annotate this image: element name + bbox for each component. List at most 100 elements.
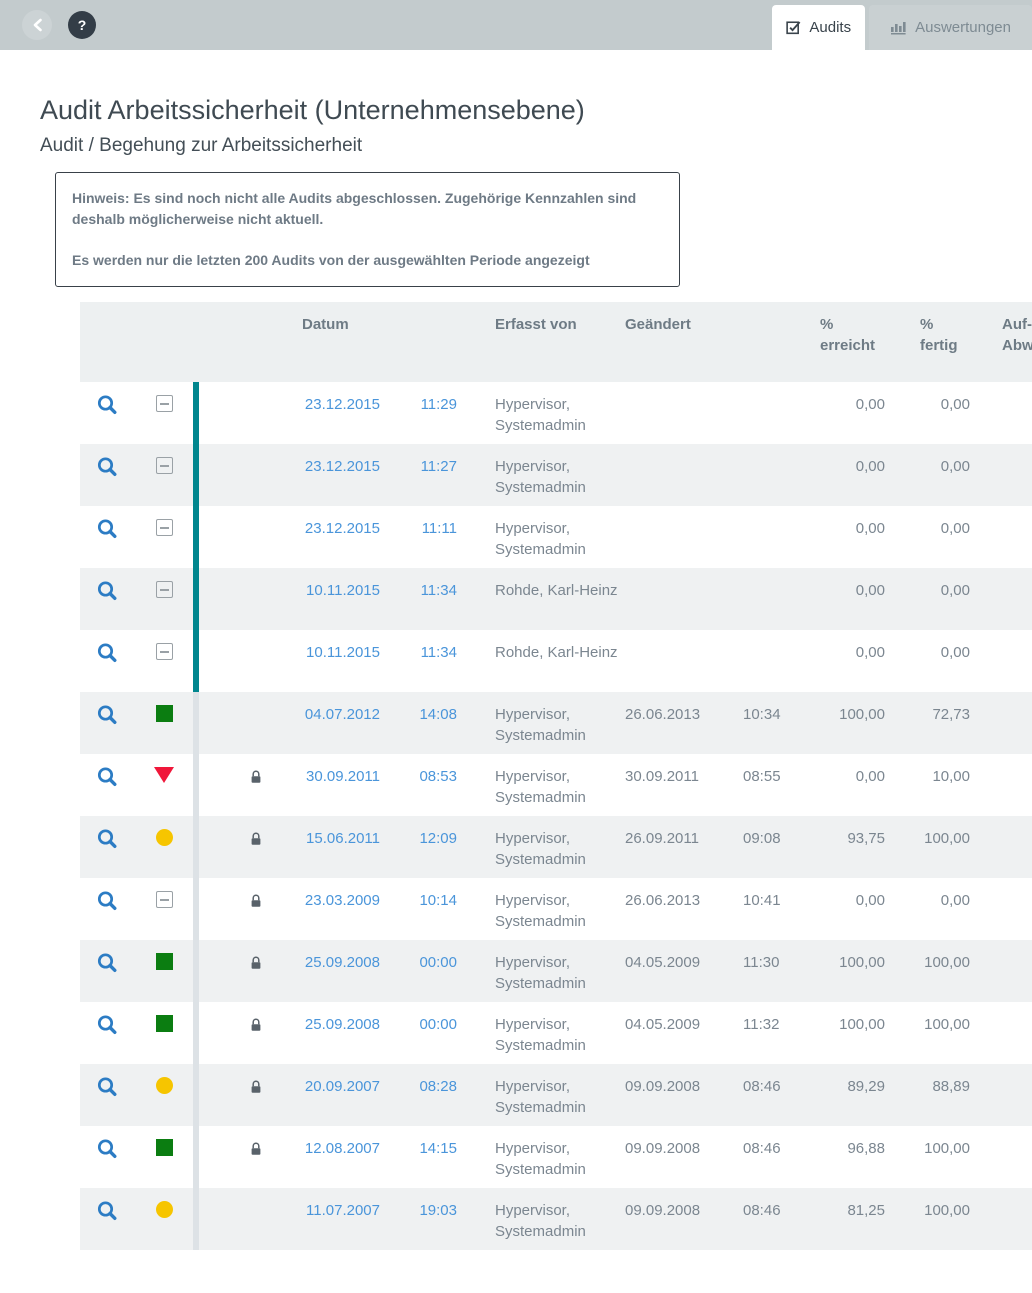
top-bar: ? Audits Auswertungen bbox=[0, 0, 1032, 50]
audit-date-link[interactable]: 20.09.2007 bbox=[305, 1078, 380, 1095]
audit-time-link[interactable]: 08:53 bbox=[419, 768, 457, 785]
audit-date-link[interactable]: 23.12.2015 bbox=[305, 396, 380, 413]
fertig-pct-value: 0,00 bbox=[885, 444, 970, 506]
erreicht-pct-value: 100,00 bbox=[793, 692, 885, 754]
audit-date-link[interactable]: 23.03.2009 bbox=[305, 892, 380, 909]
status-yellow-circle-icon bbox=[156, 829, 173, 846]
audit-date-link[interactable]: 10.11.2015 bbox=[306, 582, 380, 599]
audit-date-link[interactable]: 04.07.2012 bbox=[305, 706, 380, 723]
audit-date-link[interactable]: 12.08.2007 bbox=[305, 1140, 380, 1157]
erreicht-pct-value: 100,00 bbox=[793, 940, 885, 1002]
row-lock-cell bbox=[199, 878, 269, 940]
geaendert-date-value bbox=[625, 444, 743, 506]
page-subtitle: Audit / Begehung zur Arbeitssicherheit bbox=[40, 135, 1032, 157]
erreicht-pct-value: 0,00 bbox=[793, 382, 885, 444]
audit-time-link[interactable]: 11:34 bbox=[421, 644, 457, 661]
erreicht-pct-value: 0,00 bbox=[793, 506, 885, 568]
row-lock-cell bbox=[199, 754, 269, 816]
back-button[interactable] bbox=[22, 10, 52, 40]
audit-date-link[interactable]: 11.07.2007 bbox=[306, 1202, 380, 1219]
magnifier-icon[interactable] bbox=[96, 1200, 119, 1250]
tab-auswertungen-label: Auswertungen bbox=[915, 19, 1011, 36]
magnifier-icon[interactable] bbox=[96, 704, 119, 754]
audit-time-link[interactable]: 11:27 bbox=[421, 458, 457, 475]
magnifier-icon[interactable] bbox=[96, 828, 119, 878]
magnifier-icon[interactable] bbox=[96, 890, 119, 940]
erreicht-pct-value: 81,25 bbox=[793, 1188, 885, 1250]
table-row: 10.11.201511:34Rohde, Karl-Heinz0,000,00… bbox=[80, 630, 1032, 692]
table-row: 25.09.200800:00Hypervisor, Systemadmin04… bbox=[80, 940, 1032, 1002]
geaendert-time-value bbox=[743, 568, 793, 630]
row-lock-cell bbox=[199, 692, 269, 754]
auf-abwertung-pct-value: 0,00 bbox=[970, 1188, 1032, 1250]
row-status-cell bbox=[135, 940, 193, 1002]
auf-abwertung-pct-value: 0,00 bbox=[970, 506, 1032, 568]
audit-time-link[interactable]: 08:28 bbox=[419, 1078, 457, 1095]
magnifier-icon[interactable] bbox=[96, 456, 119, 506]
magnifier-icon[interactable] bbox=[96, 1138, 119, 1188]
row-status-cell bbox=[135, 1002, 193, 1064]
geaendert-date-value: 04.05.2009 bbox=[625, 1002, 743, 1064]
magnifier-icon[interactable] bbox=[96, 1014, 119, 1064]
header-status-column bbox=[135, 302, 193, 382]
status-green-square-icon bbox=[156, 705, 173, 722]
audit-date-link[interactable]: 25.09.2008 bbox=[305, 954, 380, 971]
magnifier-icon[interactable] bbox=[96, 642, 119, 692]
audit-time-link[interactable]: 14:15 bbox=[419, 1140, 457, 1157]
audit-time-link[interactable]: 14:08 bbox=[419, 706, 457, 723]
audit-time-link[interactable]: 11:11 bbox=[422, 520, 457, 537]
erfasst-von-value: Hypervisor, Systemadmin bbox=[460, 1188, 625, 1250]
audit-date-link[interactable]: 25.09.2008 bbox=[305, 1016, 380, 1033]
erreicht-pct-value: 0,00 bbox=[793, 568, 885, 630]
audit-time-link[interactable]: 00:00 bbox=[419, 954, 457, 971]
tab-bar: Audits Auswertungen bbox=[772, 5, 1032, 50]
erreicht-pct-value: 0,00 bbox=[793, 754, 885, 816]
audit-date-link[interactable]: 30.09.2011 bbox=[306, 768, 380, 785]
magnifier-icon[interactable] bbox=[96, 394, 119, 444]
fertig-pct-value: 0,00 bbox=[885, 630, 970, 692]
fertig-pct-value: 0,00 bbox=[885, 878, 970, 940]
row-zoom-cell bbox=[80, 1188, 135, 1250]
geaendert-date-value bbox=[625, 506, 743, 568]
geaendert-date-value: 09.09.2008 bbox=[625, 1064, 743, 1126]
help-button[interactable]: ? bbox=[68, 11, 96, 39]
fertig-pct-value: 10,00 bbox=[885, 754, 970, 816]
audit-time-link[interactable]: 00:00 bbox=[419, 1016, 457, 1033]
row-date-cell: 15.06.2011 bbox=[269, 816, 380, 878]
geaendert-date-value bbox=[625, 382, 743, 444]
table-row: 23.12.201511:11Hypervisor, Systemadmin0,… bbox=[80, 506, 1032, 568]
row-date-cell: 10.11.2015 bbox=[269, 568, 380, 630]
tab-auswertungen[interactable]: Auswertungen bbox=[869, 5, 1032, 50]
magnifier-icon[interactable] bbox=[96, 766, 119, 816]
audit-time-link[interactable]: 11:29 bbox=[421, 396, 457, 413]
geaendert-time-value: 08:46 bbox=[743, 1064, 793, 1126]
magnifier-icon[interactable] bbox=[96, 1076, 119, 1126]
audit-date-link[interactable]: 10.11.2015 bbox=[306, 644, 380, 661]
erfasst-von-value: Hypervisor, Systemadmin bbox=[460, 444, 625, 506]
magnifier-icon[interactable] bbox=[96, 518, 119, 568]
row-zoom-cell bbox=[80, 444, 135, 506]
audit-date-link[interactable]: 15.06.2011 bbox=[306, 830, 380, 847]
fertig-pct-value: 88,89 bbox=[885, 1064, 970, 1126]
audit-time-link[interactable]: 12:09 bbox=[419, 830, 457, 847]
erreicht-pct-value: 89,29 bbox=[793, 1064, 885, 1126]
audit-time-link[interactable]: 11:34 bbox=[421, 582, 457, 599]
audit-time-link[interactable]: 19:03 bbox=[419, 1202, 457, 1219]
lock-icon bbox=[250, 1141, 262, 1188]
row-status-cell bbox=[135, 878, 193, 940]
geaendert-time-value: 08:55 bbox=[743, 754, 793, 816]
chevron-left-icon bbox=[32, 18, 43, 32]
audit-time-link[interactable]: 10:14 bbox=[419, 892, 457, 909]
magnifier-icon[interactable] bbox=[96, 952, 119, 1002]
row-time-cell: 11:34 bbox=[380, 630, 460, 692]
audit-date-link[interactable]: 23.12.2015 bbox=[305, 520, 380, 537]
magnifier-icon[interactable] bbox=[96, 580, 119, 630]
audit-date-link[interactable]: 23.12.2015 bbox=[305, 458, 380, 475]
status-yellow-circle-icon bbox=[156, 1077, 173, 1094]
geaendert-time-value: 08:46 bbox=[743, 1188, 793, 1250]
status-minus-box-icon bbox=[156, 643, 173, 660]
header-time-column bbox=[380, 302, 460, 382]
tab-audits[interactable]: Audits bbox=[772, 5, 865, 50]
row-lock-cell bbox=[199, 816, 269, 878]
row-zoom-cell bbox=[80, 692, 135, 754]
